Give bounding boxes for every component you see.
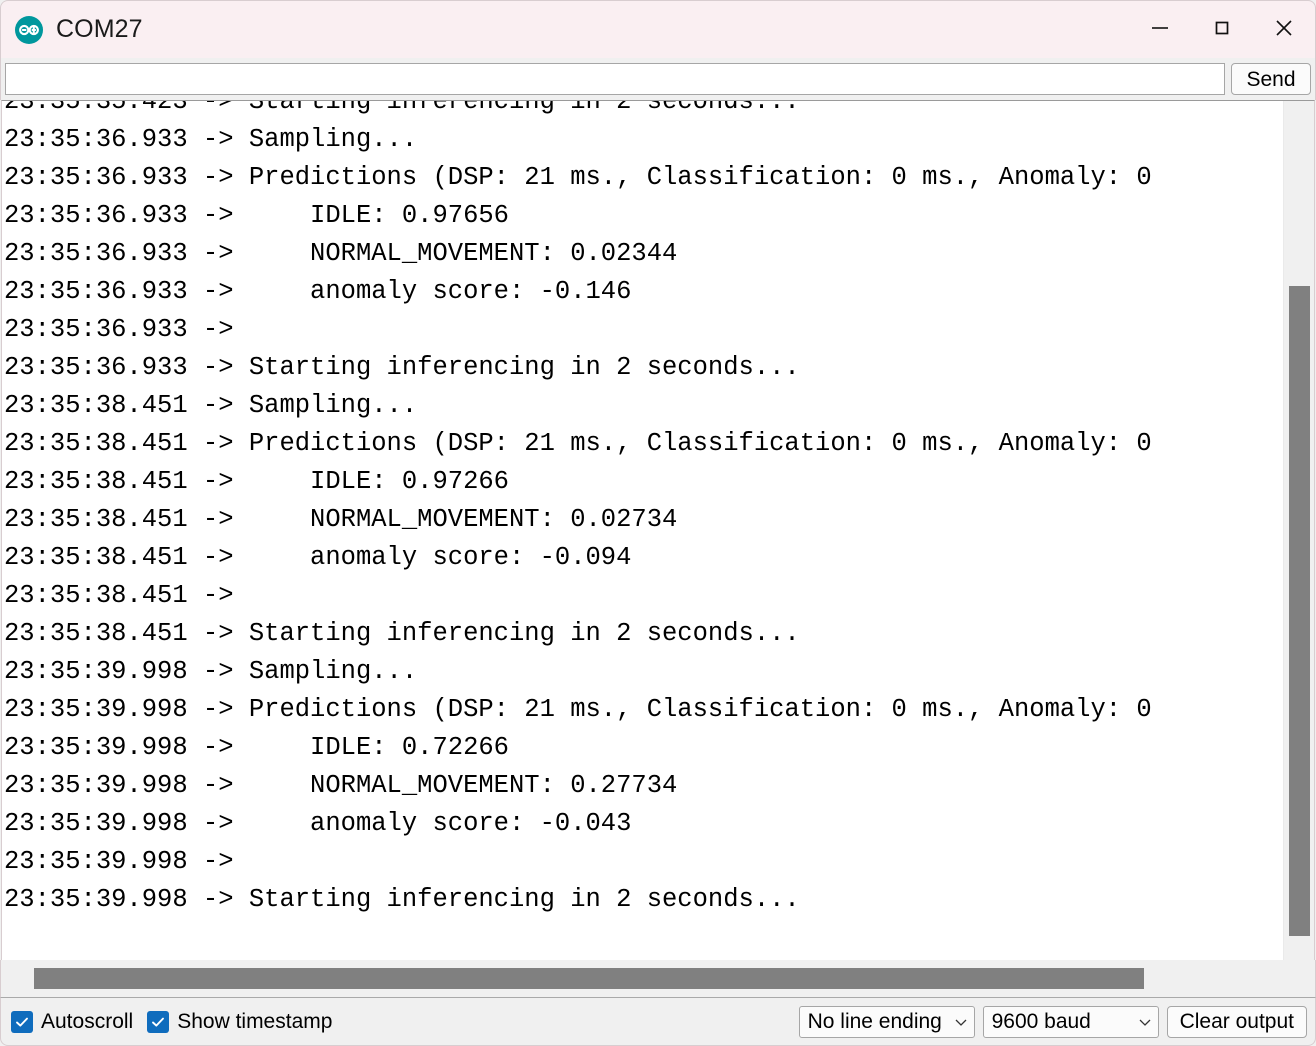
serial-monitor-window: COM27 Send 23:35:35.423 -> Starting infe… [0,0,1316,1046]
serial-send-input[interactable] [5,63,1225,95]
show-timestamp-label: Show timestamp [177,1009,333,1033]
console-line: 23:35:36.933 -> Starting inferencing in … [4,353,800,382]
console-line: 23:35:36.933 -> anomaly score: -0.146 [4,277,632,306]
console-line: 23:35:35.423 -> Starting inferencing in … [4,100,800,116]
baud-rate-select[interactable]: 9600 baud [982,1005,1159,1038]
console-line: 23:35:36.933 -> Predictions (DSP: 21 ms.… [4,163,1152,192]
horizontal-scrollbar[interactable] [0,960,1316,998]
status-bar-right-group: No line ending 9600 baud Clear output [798,1005,1307,1038]
console-line: 23:35:39.998 -> Predictions (DSP: 21 ms.… [4,695,1152,724]
console-line: 23:35:39.998 -> Sampling... [4,657,418,686]
title-bar: COM27 [0,0,1316,58]
line-ending-select[interactable]: No line ending [798,1005,975,1038]
baud-rate-value: 9600 baud [991,1009,1091,1033]
console-line: 23:35:38.451 -> Predictions (DSP: 21 ms.… [4,429,1152,458]
console-line: 23:35:39.998 -> [4,847,249,876]
console-line: 23:35:38.451 -> anomaly score: -0.094 [4,543,632,572]
maximize-button[interactable] [1191,1,1253,59]
maximize-icon [1211,17,1233,44]
send-row: Send [0,58,1316,100]
console-line: 23:35:36.933 -> IDLE: 0.97656 [4,201,509,230]
minimize-button[interactable] [1129,1,1191,59]
line-ending-value: No line ending [807,1009,942,1033]
show-timestamp-checkbox[interactable]: Show timestamp [147,1010,332,1034]
console-text: 23:35:35.423 -> Starting inferencing in … [2,100,1278,919]
window-title: COM27 [56,15,143,43]
clear-output-button[interactable]: Clear output [1166,1005,1307,1038]
close-icon [1272,16,1296,45]
console-line: 23:35:38.451 -> IDLE: 0.97266 [4,467,509,496]
horizontal-scrollbar-thumb[interactable] [34,968,1144,989]
send-button[interactable]: Send [1231,63,1311,95]
chevron-down-icon [942,1015,968,1029]
console-line: 23:35:38.451 -> Starting inferencing in … [4,619,800,648]
console-line: 23:35:38.451 -> [4,581,249,610]
console-line: 23:35:36.933 -> Sampling... [4,125,418,154]
console-line: 23:35:39.998 -> Starting inferencing in … [4,885,800,914]
autoscroll-label: Autoscroll [41,1009,134,1033]
window-controls [1129,1,1315,59]
chevron-down-icon [1126,1015,1152,1029]
console-line: 23:35:38.451 -> NORMAL_MOVEMENT: 0.02734 [4,505,678,534]
close-button[interactable] [1253,1,1315,59]
console-line: 23:35:39.998 -> NORMAL_MOVEMENT: 0.27734 [4,771,678,800]
checkmark-icon [147,1010,170,1033]
arduino-infinity-logo-icon [14,15,44,45]
vertical-scrollbar[interactable] [1283,101,1314,960]
console-line: 23:35:36.933 -> NORMAL_MOVEMENT: 0.02344 [4,239,678,268]
status-bar: Autoscroll Show timestamp No line ending… [0,998,1316,1046]
vertical-scrollbar-thumb[interactable] [1289,286,1310,936]
console-line: 23:35:39.998 -> IDLE: 0.72266 [4,733,509,762]
console-line: 23:35:39.998 -> anomaly score: -0.043 [4,809,632,838]
checkmark-icon [11,1010,33,1033]
console-output-area[interactable]: 23:35:35.423 -> Starting inferencing in … [1,100,1315,960]
console-line: 23:35:38.451 -> Sampling... [4,391,418,420]
autoscroll-checkbox[interactable]: Autoscroll [11,1010,133,1034]
console-line: 23:35:36.933 -> [4,315,249,344]
minimize-icon [1149,17,1171,44]
